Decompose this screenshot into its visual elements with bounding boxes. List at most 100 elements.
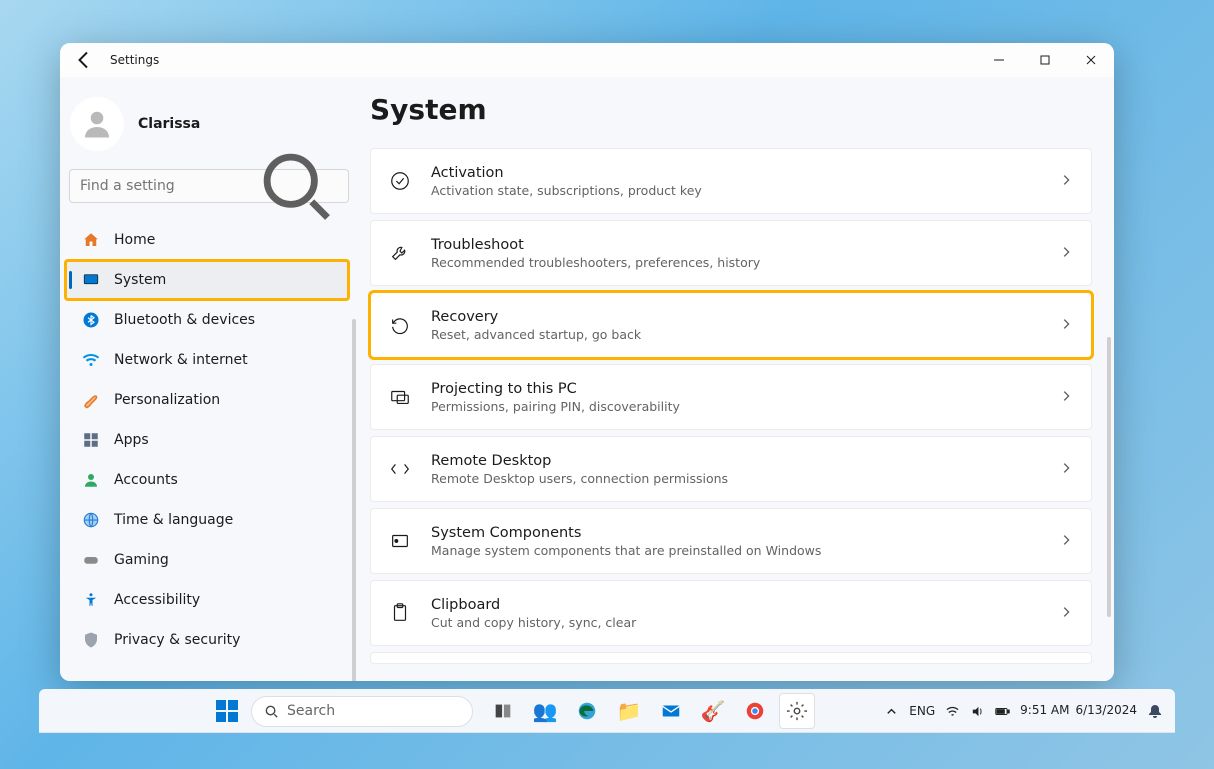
sidebar-item-network[interactable]: Network & internet [66,341,348,379]
window-title: Settings [110,53,159,67]
card-recovery[interactable]: Recovery Reset, advanced startup, go bac… [370,292,1092,358]
card-sub: Permissions, pairing PIN, discoverabilit… [431,399,1039,414]
taskbar-search[interactable]: Search [251,696,473,727]
apps-icon [82,431,100,449]
sidebar-item-label: Accessibility [114,592,200,608]
wrench-icon [389,242,411,264]
tray-battery-icon[interactable] [995,704,1010,719]
minimize-button[interactable] [976,43,1022,77]
close-button[interactable] [1068,43,1114,77]
app-icon-1[interactable]: 🎸 [695,693,731,729]
card-sub: Reset, advanced startup, go back [431,327,1039,342]
system-icon [82,271,100,289]
teams-icon[interactable]: 👥 [527,693,563,729]
sidebar-item-bluetooth[interactable]: Bluetooth & devices [66,301,348,339]
card-clipboard[interactable]: Clipboard Cut and copy history, sync, cl… [370,580,1092,646]
card-projecting[interactable]: Projecting to this PC Permissions, pairi… [370,364,1092,430]
main-content: System Activation Activation state, subs… [358,77,1114,681]
clipboard-icon [389,602,411,624]
chevron-right-icon [1059,316,1073,335]
tray-wifi-icon[interactable] [945,704,960,719]
card-next-partial[interactable] [370,652,1092,664]
tray-expand-button[interactable] [884,704,899,719]
card-remote-desktop[interactable]: Remote Desktop Remote Desktop users, con… [370,436,1092,502]
tray-volume-icon[interactable] [970,704,985,719]
taskbar-search-label: Search [287,703,335,719]
check-circle-icon [389,170,411,192]
card-title: Recovery [431,309,1039,325]
sidebar-item-label: Network & internet [114,352,248,368]
brush-icon [82,391,100,409]
settings-taskbar-icon[interactable] [779,693,815,729]
home-icon [82,231,100,249]
search-icon [254,144,338,228]
sidebar-item-label: System [114,272,166,288]
nav-list: Home System Bluetooth & devices Network … [66,221,354,659]
start-button[interactable] [209,693,245,729]
card-title: Troubleshoot [431,237,1039,253]
mail-icon[interactable] [653,693,689,729]
main-scrollbar[interactable] [1107,337,1111,617]
tray-clock[interactable]: 9:51 AM 6/13/2024 [1020,704,1137,718]
card-title: Remote Desktop [431,453,1039,469]
sidebar-item-label: Gaming [114,552,169,568]
tray-time: 9:51 AM [1020,704,1069,718]
components-icon [389,530,411,552]
sidebar-item-label: Personalization [114,392,220,408]
sidebar-item-apps[interactable]: Apps [66,421,348,459]
explorer-icon[interactable]: 📁 [611,693,647,729]
sidebar-item-home[interactable]: Home [66,221,348,259]
sidebar-item-system[interactable]: System [66,261,348,299]
sidebar-item-label: Apps [114,432,149,448]
avatar [70,97,124,151]
card-sub: Cut and copy history, sync, clear [431,615,1039,630]
gamepad-icon [82,551,100,569]
back-button[interactable] [72,48,96,72]
card-troubleshoot[interactable]: Troubleshoot Recommended troubleshooters… [370,220,1092,286]
system-tray: ENG 9:51 AM 6/13/2024 [884,703,1175,719]
card-system-components[interactable]: System Components Manage system componen… [370,508,1092,574]
card-sub: Activation state, subscriptions, product… [431,183,1039,198]
card-title: Clipboard [431,597,1039,613]
card-activation[interactable]: Activation Activation state, subscriptio… [370,148,1092,214]
sidebar-item-time-language[interactable]: Time & language [66,501,348,539]
task-view-button[interactable] [485,693,521,729]
taskbar: Search 👥 📁 🎸 ENG 9:51 AM 6/13/2024 [39,689,1175,733]
sidebar-item-label: Privacy & security [114,632,240,648]
chevron-right-icon [1059,604,1073,623]
taskbar-center: Search 👥 📁 🎸 [209,693,815,729]
tray-notifications-icon[interactable] [1147,703,1163,719]
chrome-icon[interactable] [737,693,773,729]
sidebar-item-accessibility[interactable]: Accessibility [66,581,348,619]
card-sub: Remote Desktop users, connection permiss… [431,471,1039,486]
settings-window: Settings Clarissa Home [60,43,1114,681]
card-sub: Recommended troubleshooters, preferences… [431,255,1039,270]
search-input[interactable] [80,178,254,194]
sidebar-item-label: Accounts [114,472,178,488]
chevron-right-icon [1059,388,1073,407]
search-box[interactable] [69,169,349,203]
sidebar-item-privacy[interactable]: Privacy & security [66,621,348,659]
settings-cards: Activation Activation state, subscriptio… [370,148,1092,664]
sidebar-scrollbar[interactable] [352,319,356,681]
card-title: System Components [431,525,1039,541]
sidebar-item-label: Home [114,232,155,248]
card-title: Activation [431,165,1039,181]
sidebar-item-label: Time & language [114,512,233,528]
project-icon [389,386,411,408]
edge-icon[interactable] [569,693,605,729]
search-icon [264,704,279,719]
sidebar-item-gaming[interactable]: Gaming [66,541,348,579]
wifi-icon [82,351,100,369]
window-buttons [976,43,1114,77]
page-title: System [370,93,1092,126]
sidebar: Clarissa Home System Bluetooth & devices [60,77,358,681]
titlebar: Settings [60,43,1114,77]
tray-language[interactable]: ENG [909,704,935,718]
sidebar-item-label: Bluetooth & devices [114,312,255,328]
sidebar-item-personalization[interactable]: Personalization [66,381,348,419]
sidebar-item-accounts[interactable]: Accounts [66,461,348,499]
chevron-right-icon [1059,244,1073,263]
maximize-button[interactable] [1022,43,1068,77]
recovery-icon [389,314,411,336]
